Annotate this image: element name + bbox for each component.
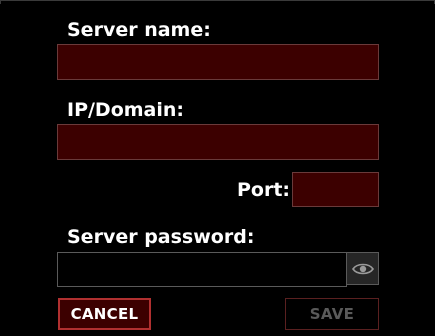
dialog-top-border	[0, 0, 435, 4]
show-password-toggle[interactable]	[346, 252, 379, 285]
server-name-label: Server name:	[67, 19, 211, 41]
server-password-input[interactable]	[57, 252, 347, 287]
port-label: Port:	[237, 179, 291, 201]
eye-icon	[351, 262, 374, 276]
save-button[interactable]: SAVE	[285, 298, 379, 330]
port-input[interactable]	[292, 172, 379, 207]
ip-domain-label: IP/Domain:	[67, 99, 185, 121]
server-password-label: Server password:	[67, 226, 255, 248]
server-name-input[interactable]	[57, 44, 379, 80]
ip-domain-input[interactable]	[57, 124, 379, 160]
cancel-button[interactable]: CANCEL	[58, 298, 151, 330]
